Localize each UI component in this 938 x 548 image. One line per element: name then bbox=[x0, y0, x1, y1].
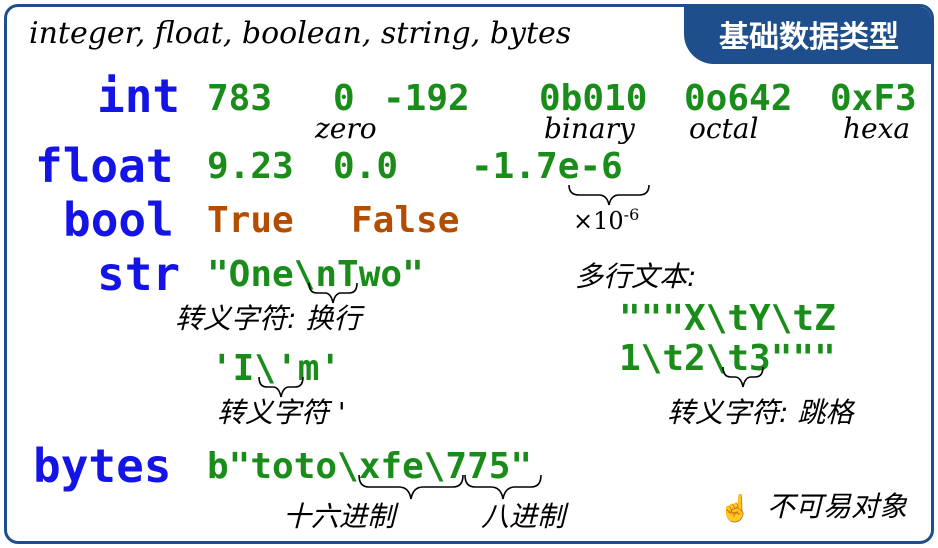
brace-tab bbox=[722, 366, 764, 388]
brace-hex bbox=[358, 474, 464, 500]
brace-exponent bbox=[568, 184, 650, 206]
cheatsheet-card: integer, float, boolean, string, bytes 基… bbox=[4, 4, 934, 544]
brace-layer bbox=[258, 184, 764, 500]
brace-quote bbox=[258, 376, 304, 398]
brace-oct bbox=[464, 474, 542, 500]
brace-newline bbox=[308, 282, 358, 304]
